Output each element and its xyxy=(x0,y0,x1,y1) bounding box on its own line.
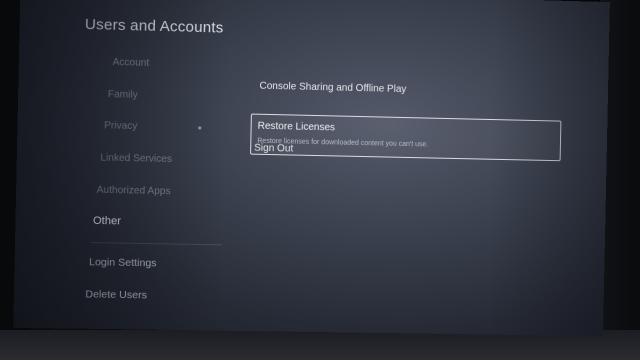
sidebar-item-account[interactable]: Account xyxy=(112,57,149,69)
option-console-sharing[interactable]: Console Sharing and Offline Play xyxy=(259,81,406,95)
sidebar-item-login-settings[interactable]: Login Settings xyxy=(89,256,157,269)
tv-screen: Users and Accounts Account Family Privac… xyxy=(13,0,610,337)
page-title: Users and Accounts xyxy=(84,15,224,37)
privacy-indicator-dot xyxy=(198,126,202,130)
sidebar-item-linked-services[interactable]: Linked Services xyxy=(100,152,172,165)
sidebar-item-delete-users[interactable]: Delete Users xyxy=(85,288,147,301)
sidebar-item-privacy[interactable]: Privacy xyxy=(104,120,137,132)
sidebar-item-other[interactable]: Other xyxy=(93,215,121,228)
option-restore-licenses[interactable]: Restore Licenses Restore licenses for do… xyxy=(250,113,562,162)
sidebar-item-family[interactable]: Family xyxy=(108,89,138,101)
sidebar-divider xyxy=(90,242,223,246)
restore-licenses-title: Restore Licenses xyxy=(257,120,336,134)
option-sign-out[interactable]: Sign Out xyxy=(254,143,293,155)
sidebar-item-authorized-apps[interactable]: Authorized Apps xyxy=(97,185,171,198)
